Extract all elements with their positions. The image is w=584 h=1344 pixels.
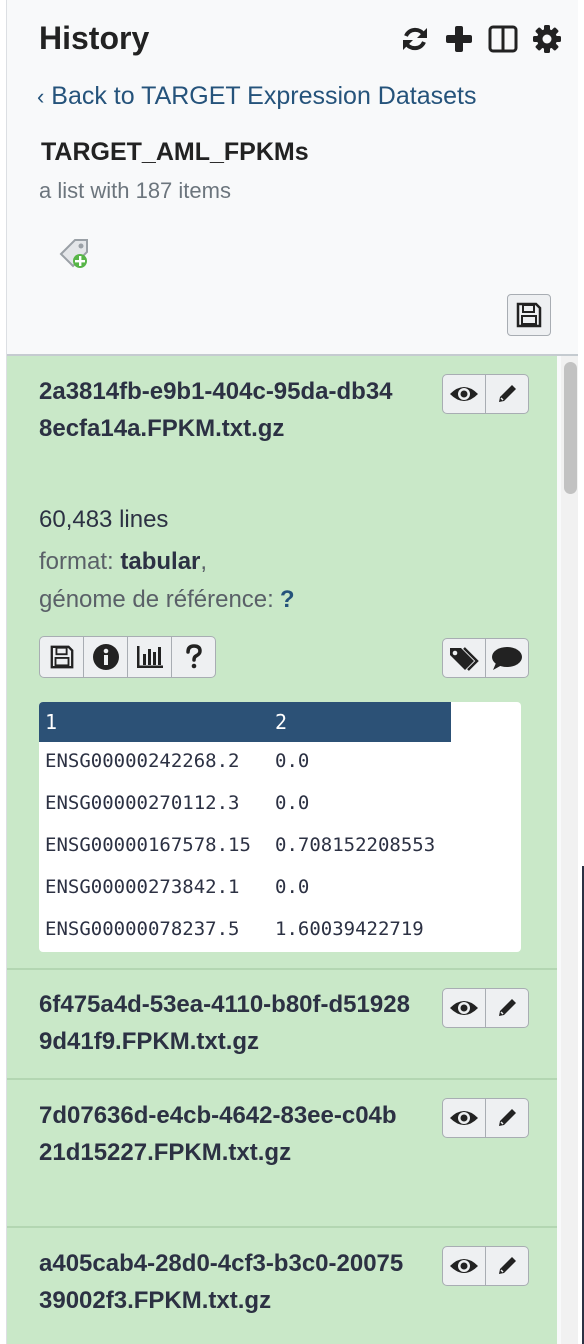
dataset-list: 2a3814fb-e9b1-404c-95da-db348ecfa14a.FPK… xyxy=(7,354,579,1344)
dataset-peek: 1 2 ENSG00000242268.2 0.0 ENSG0000027011… xyxy=(39,702,521,952)
peek-header: 1 2 xyxy=(39,702,451,742)
eye-icon xyxy=(450,1111,478,1125)
dataset-item[interactable]: 6f475a4d-53ea-4110-b80f-d519289d41f9.FPK… xyxy=(7,970,557,1080)
dataset-name[interactable]: 6f475a4d-53ea-4110-b80f-d519289d41f9.FPK… xyxy=(39,986,419,1060)
display-button[interactable] xyxy=(442,1246,486,1286)
peek-row: ENSG00000273842.1 0.0 xyxy=(39,868,521,910)
bar-chart-icon xyxy=(136,646,163,668)
edit-button[interactable] xyxy=(486,374,529,414)
display-button[interactable] xyxy=(442,374,486,414)
edit-button[interactable] xyxy=(486,988,529,1028)
format-separator: , xyxy=(200,548,208,575)
peek-row: ENSG00000167578.15 0.708152208553 xyxy=(39,826,521,868)
dataset-item[interactable]: 2a3814fb-e9b1-404c-95da-db348ecfa14a.FPK… xyxy=(7,356,557,970)
peek-col-1: 1 xyxy=(45,710,58,734)
eye-icon xyxy=(450,1259,478,1273)
tags-button[interactable] xyxy=(442,638,486,678)
collection-subtitle: a list with 187 items xyxy=(39,178,231,203)
peek-cell: 0.0 xyxy=(275,876,310,898)
pencil-icon xyxy=(499,1257,516,1274)
edit-button[interactable] xyxy=(486,1246,529,1286)
download-button[interactable] xyxy=(39,636,84,678)
genome-label: génome de référence: xyxy=(39,586,274,613)
display-button[interactable] xyxy=(442,1098,486,1138)
peek-cell: 0.0 xyxy=(275,750,310,772)
dataset-item[interactable]: 7d07636d-e4cb-4642-83ee-c04b21d15227.FPK… xyxy=(7,1080,557,1228)
floppy-icon xyxy=(50,645,73,669)
help-button[interactable] xyxy=(172,636,216,678)
question-icon xyxy=(185,644,202,669)
dataset-format: format: tabular, xyxy=(39,548,207,576)
plus-icon[interactable] xyxy=(443,22,475,56)
dataset-actions xyxy=(442,988,529,1028)
dataset-name[interactable]: 2a3814fb-e9b1-404c-95da-db348ecfa14a.FPK… xyxy=(39,373,399,447)
peek-cell: ENSG00000078237.5 xyxy=(45,918,240,940)
window-edge xyxy=(578,0,584,1344)
dataset-actions xyxy=(442,1246,529,1286)
floppy-icon xyxy=(516,302,542,328)
eye-icon xyxy=(450,387,478,401)
peek-col-2: 2 xyxy=(275,710,288,734)
peek-cell: ENSG00000167578.15 xyxy=(45,834,251,856)
display-button[interactable] xyxy=(442,988,486,1028)
sync-icon[interactable] xyxy=(399,22,431,56)
back-link[interactable]: ‹ Back to TARGET Expression Datasets xyxy=(37,82,476,111)
dataset-actions xyxy=(442,374,529,414)
pencil-icon xyxy=(499,1109,516,1126)
history-panel: History ‹ Back to TARGET Expression Data… xyxy=(6,0,579,1344)
peek-row: ENSG00000242268.2 0.0 xyxy=(39,742,521,784)
collection-name: TARGET_AML_FPKMs xyxy=(41,138,309,166)
scrollbar-track[interactable] xyxy=(561,356,579,1344)
add-tag-icon[interactable] xyxy=(53,234,93,270)
back-link-label: Back to TARGET Expression Datasets xyxy=(51,82,477,110)
edit-button[interactable] xyxy=(486,1098,529,1138)
pencil-icon xyxy=(499,999,516,1016)
format-label: format: xyxy=(39,548,121,575)
visualize-button[interactable] xyxy=(128,636,172,678)
peek-cell: ENSG00000270112.3 xyxy=(45,792,240,814)
dataset-name[interactable]: a405cab4-28d0-4cf3-b3c0-2007539002f3.FPK… xyxy=(39,1245,409,1319)
history-options xyxy=(399,22,563,56)
dataset-genome: génome de référence:? xyxy=(39,586,295,614)
chevron-left-icon: ‹ xyxy=(37,84,45,109)
dataset-name[interactable]: 7d07636d-e4cb-4642-83ee-c04b21d15227.FPK… xyxy=(39,1097,399,1171)
dataset-toolbar xyxy=(39,636,216,678)
peek-cell: ENSG00000242268.2 xyxy=(45,750,240,772)
dataset-item[interactable]: a405cab4-28d0-4cf3-b3c0-2007539002f3.FPK… xyxy=(7,1228,557,1344)
peek-cell: 0.0 xyxy=(275,792,310,814)
peek-row: ENSG00000270112.3 0.0 xyxy=(39,784,521,826)
gear-icon[interactable] xyxy=(531,22,563,56)
scrollbar-thumb[interactable] xyxy=(564,362,577,494)
eye-icon xyxy=(450,1001,478,1015)
columns-icon[interactable] xyxy=(487,22,519,56)
peek-cell: ENSG00000273842.1 xyxy=(45,876,240,898)
peek-cell: 1.60039422719 xyxy=(275,918,424,940)
download-collection-button[interactable] xyxy=(507,294,551,336)
peek-cell: 0.708152208553 xyxy=(275,834,436,856)
info-icon xyxy=(92,644,119,670)
history-title: History xyxy=(39,20,150,56)
comment-icon xyxy=(492,647,522,670)
peek-row: ENSG00000078237.5 1.60039422719 xyxy=(39,910,521,952)
info-button[interactable] xyxy=(84,636,128,678)
genome-value-link[interactable]: ? xyxy=(280,586,295,613)
format-value: tabular xyxy=(120,548,201,575)
dataset-actions xyxy=(442,1098,529,1138)
annotate-button[interactable] xyxy=(486,638,529,678)
tags-icon xyxy=(450,647,479,671)
dataset-lines: 60,483 lines xyxy=(39,506,169,533)
dataset-tag-actions xyxy=(442,638,529,678)
pencil-icon xyxy=(499,385,516,402)
